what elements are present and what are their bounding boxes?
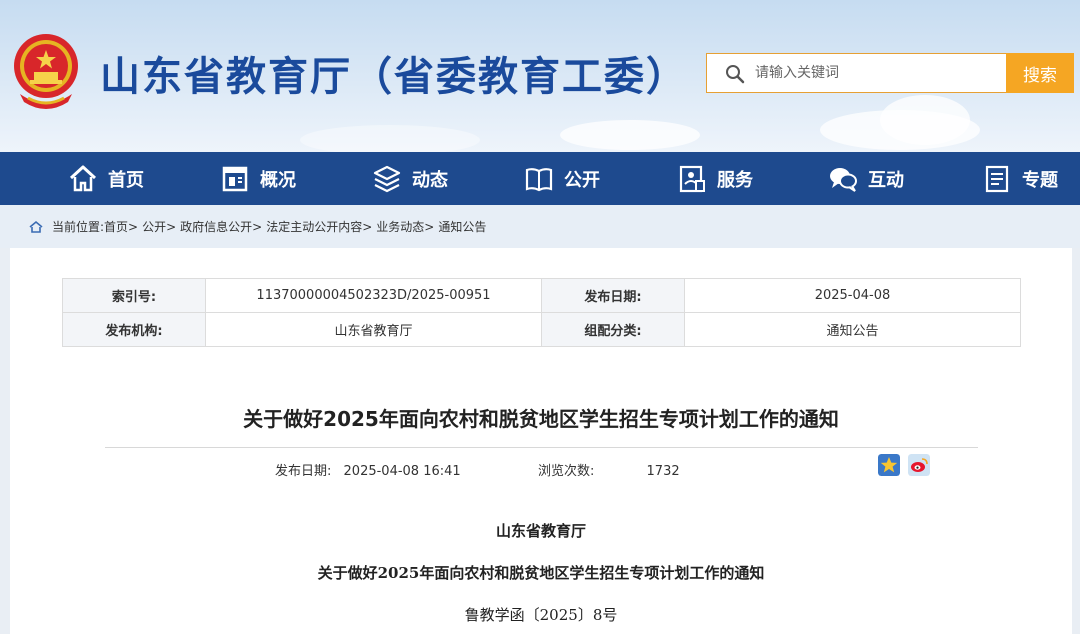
publish-info: 发布日期: 2025-04-08 16:41 (275, 460, 461, 479)
breadcrumb-item-notices[interactable]: 通知公告 (438, 218, 486, 235)
site-header: 山东省教育厅（省委教育工委） 搜索 (0, 0, 1080, 152)
nav-item-home[interactable]: 首页 (68, 152, 144, 205)
home-small-icon (29, 220, 43, 233)
breadcrumb-item-gov-info[interactable]: 政府信息公开> (180, 218, 262, 235)
meta-table: 索引号: 11370000004502323D/2025-00951 发布日期:… (62, 278, 1021, 347)
nav-item-service[interactable]: 服务 (677, 152, 753, 205)
breadcrumb-item-public[interactable]: 公开> (142, 218, 176, 235)
meta-key: 发布机构: (62, 312, 206, 347)
views-label: 浏览次数: (538, 464, 595, 479)
meta-key: 组配分类: (541, 312, 685, 347)
search-icon (726, 65, 745, 84)
breadcrumb-item-home[interactable]: 首页> (104, 218, 138, 235)
doc-number: 鲁教学函〔2025〕8号 (464, 606, 618, 624)
nav-label: 公开 (564, 169, 600, 191)
meta-key: 发布日期: (541, 278, 685, 313)
nav-item-interact[interactable]: 互动 (828, 152, 904, 205)
main-nav: 首页 概况 动态 公开 服务 互动 专题 (0, 152, 1080, 205)
nav-item-overview[interactable]: 概况 (220, 152, 296, 205)
divider (105, 447, 978, 448)
search-input[interactable] (755, 54, 1000, 92)
meta-value: 通知公告 (684, 312, 1021, 347)
nav-item-news[interactable]: 动态 (372, 152, 448, 205)
weibo-icon[interactable] (908, 454, 930, 476)
meta-value: 2025-04-08 (684, 278, 1021, 313)
issuer-line: 山东省教育厅 (495, 522, 586, 540)
breadcrumb-prefix: 当前位置: (52, 220, 105, 234)
subtitle-line: 关于做好2025年面向农村和脱贫地区学生招生专项计划工作的通知 (317, 564, 765, 582)
favorite-star-icon[interactable] (878, 454, 900, 476)
breadcrumb: 当前位置: 首页> 公开> 政府信息公开> 法定主动公开内容> 业务动态> 通知… (0, 205, 1080, 248)
publish-value: 2025-04-08 16:41 (343, 464, 461, 479)
meta-value: 11370000004502323D/2025-00951 (205, 278, 542, 313)
layers-icon (373, 165, 401, 192)
search-button[interactable]: 搜索 (1006, 53, 1074, 93)
document-icon (985, 165, 1009, 192)
book-icon (525, 167, 553, 191)
chat-icon (830, 167, 857, 192)
nav-label: 服务 (717, 169, 753, 191)
window-icon (222, 166, 248, 191)
article-title: 关于做好2025年面向农村和脱贫地区学生招生专项计划工作的通知 (243, 407, 839, 431)
nav-label: 互动 (868, 169, 904, 191)
nav-label: 专题 (1022, 169, 1058, 191)
table-row: 发布机构: 山东省教育厅 组配分类: 通知公告 (62, 312, 1021, 347)
nav-item-public[interactable]: 公开 (524, 152, 600, 205)
nav-label: 首页 (108, 169, 144, 191)
table-row: 索引号: 11370000004502323D/2025-00951 发布日期:… (62, 278, 1021, 313)
breadcrumb-item-business[interactable]: 业务动态> (376, 218, 434, 235)
meta-key: 索引号: (62, 278, 206, 313)
publish-label: 发布日期: (275, 464, 332, 479)
search-box[interactable] (706, 53, 1006, 93)
nav-label: 概况 (260, 169, 296, 191)
nav-item-topics[interactable]: 专题 (982, 152, 1058, 205)
home-icon (69, 165, 97, 191)
views-value: 1732 (646, 464, 680, 479)
national-emblem-icon (14, 34, 78, 109)
nav-label: 动态 (412, 169, 448, 191)
views-info: 浏览次数: 1732 (538, 460, 680, 479)
service-icon (679, 165, 705, 192)
site-title: 山东省教育厅（省委教育工委） (100, 54, 688, 100)
breadcrumb-item-statutory[interactable]: 法定主动公开内容> (266, 218, 372, 235)
article-content: 索引号: 11370000004502323D/2025-00951 发布日期:… (10, 248, 1072, 634)
meta-value: 山东省教育厅 (205, 312, 542, 347)
